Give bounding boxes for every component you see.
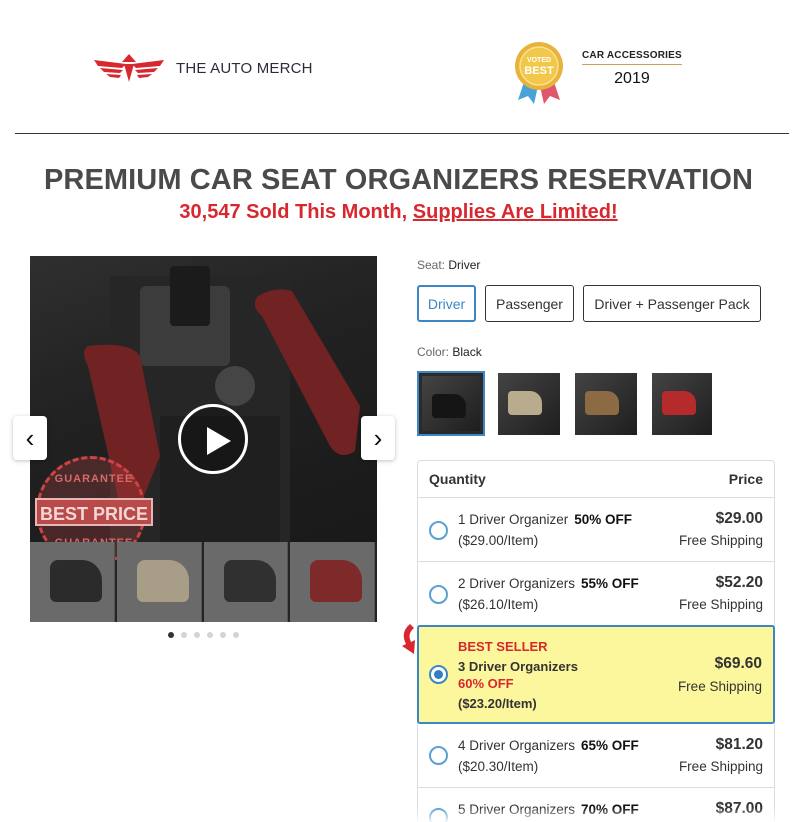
thumbnail-red[interactable] bbox=[290, 542, 375, 622]
quantity-option-3-best-seller[interactable]: BEST SELLER 3 Driver Organizers 60% OFF … bbox=[417, 625, 775, 724]
discount-label: 50% OFF bbox=[574, 512, 633, 527]
bundle-price: $29.00 bbox=[715, 510, 763, 527]
price-column-header: Price bbox=[728, 471, 763, 487]
discount-label: 65% OFF bbox=[581, 738, 639, 753]
quantity-radio[interactable] bbox=[429, 746, 448, 765]
color-swatch-brown[interactable] bbox=[575, 373, 637, 435]
sales-subtitle: 30,547 Sold This Month, Supplies Are Lim… bbox=[0, 201, 797, 224]
discount-label: 60% OFF bbox=[458, 676, 514, 691]
seat-selected-value: Driver bbox=[448, 258, 481, 272]
seat-option-driver[interactable]: Driver bbox=[417, 285, 476, 322]
gallery-pagination bbox=[168, 632, 246, 638]
seat-label: Seat: Driver bbox=[417, 258, 481, 272]
bundle-price: $69.60 bbox=[714, 655, 762, 672]
play-video-button[interactable] bbox=[178, 404, 248, 474]
quantity-radio[interactable] bbox=[429, 521, 448, 540]
table-header: Quantity Price bbox=[418, 461, 774, 498]
award-year: 2019 bbox=[614, 70, 650, 87]
svg-text:VOTED: VOTED bbox=[527, 57, 551, 64]
quantity-option-1[interactable]: 1 Driver Organizer 50% OFF ($29.00/Item) … bbox=[418, 498, 774, 562]
award-text: CAR ACCESSORIES 2019 bbox=[582, 50, 682, 88]
quantity-column-header: Quantity bbox=[429, 471, 486, 487]
gallery-next-button[interactable]: › bbox=[361, 416, 395, 460]
color-label: Color: Black bbox=[417, 345, 482, 359]
bundle-price: $52.20 bbox=[715, 574, 763, 591]
pagination-dot[interactable] bbox=[207, 632, 213, 638]
pagination-dot[interactable] bbox=[220, 632, 226, 638]
curved-arrow-icon bbox=[402, 624, 415, 654]
bundle-price: $81.20 bbox=[715, 736, 763, 753]
per-item-price: ($29.00/Item) bbox=[458, 533, 539, 548]
color-swatch-black[interactable] bbox=[417, 371, 485, 436]
color-swatch-red[interactable] bbox=[652, 373, 712, 435]
brand-name: THE AUTO MERCH bbox=[176, 59, 313, 77]
supplies-limited-link[interactable]: Supplies Are Limited! bbox=[413, 201, 618, 223]
shipping-label: Free Shipping bbox=[677, 679, 762, 694]
thumbnail-black[interactable] bbox=[30, 542, 115, 622]
quantity-option-4[interactable]: 4 Driver Organizers 65% OFF ($20.30/Item)… bbox=[418, 726, 774, 788]
seat-option-driver-passenger-pack[interactable]: Driver + Passenger Pack bbox=[583, 285, 761, 322]
pagination-dot[interactable] bbox=[233, 632, 239, 638]
svg-text:BEST: BEST bbox=[524, 65, 554, 77]
sold-count-text: 30,547 Sold This Month, bbox=[179, 201, 413, 223]
seat-option-passenger[interactable]: Passenger bbox=[485, 285, 574, 322]
pagination-dot[interactable] bbox=[194, 632, 200, 638]
per-item-price: ($20.30/Item) bbox=[458, 759, 539, 774]
bundle-name: 3 Driver Organizers bbox=[458, 659, 578, 674]
shipping-label: Free Shipping bbox=[678, 533, 763, 548]
quantity-radio-selected[interactable] bbox=[429, 665, 448, 684]
color-selected-value: Black bbox=[452, 345, 482, 359]
discount-label: 55% OFF bbox=[581, 576, 639, 591]
award-category: CAR ACCESSORIES bbox=[582, 50, 682, 65]
product-gallery: GUARANTEE BEST PRICE GUARANTEE bbox=[30, 256, 377, 622]
winged-logo-icon bbox=[94, 54, 164, 82]
quantity-radio[interactable] bbox=[429, 585, 448, 604]
brand-logo[interactable]: THE AUTO MERCH bbox=[92, 52, 313, 84]
shipping-label: Free Shipping bbox=[678, 597, 763, 612]
award-badge: VOTED BEST CAR ACCESSORIES 2019 bbox=[512, 38, 682, 104]
thumbnail-beige[interactable] bbox=[116, 542, 202, 622]
thumbnail-strip bbox=[30, 542, 377, 622]
color-swatch-beige[interactable] bbox=[498, 373, 560, 435]
voted-best-medal-icon: VOTED BEST bbox=[515, 42, 563, 104]
bottom-fade bbox=[0, 808, 797, 822]
best-seller-tag: BEST SELLER bbox=[458, 639, 548, 654]
per-item-price: ($26.10/Item) bbox=[458, 597, 539, 612]
header-divider bbox=[15, 133, 789, 134]
chevron-left-icon: ‹ bbox=[25, 422, 35, 453]
quantity-option-2[interactable]: 2 Driver Organizers 55% OFF ($26.10/Item)… bbox=[418, 562, 774, 626]
thumbnail-black-alt[interactable] bbox=[203, 542, 289, 622]
pagination-dot[interactable] bbox=[181, 632, 187, 638]
page-title: PREMIUM CAR SEAT ORGANIZERS RESERVATION bbox=[43, 164, 754, 196]
site-header: THE AUTO MERCH VOTED BEST CAR ACCESSORIE… bbox=[0, 0, 797, 134]
chevron-right-icon: › bbox=[373, 422, 383, 453]
gallery-prev-button[interactable]: ‹ bbox=[13, 416, 47, 460]
per-item-price: ($23.20/Item) bbox=[458, 696, 537, 711]
shipping-label: Free Shipping bbox=[678, 759, 763, 774]
pagination-dot[interactable] bbox=[168, 632, 174, 638]
